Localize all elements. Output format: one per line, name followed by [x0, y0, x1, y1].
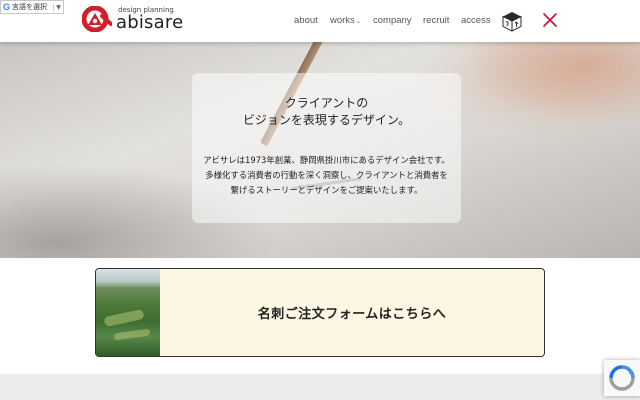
hero-description: アビサレは1973年創業、静岡県掛川市にあるデザイン会社です。 多様化する消費者… — [192, 153, 461, 198]
language-selector[interactable]: G 言語を選択 ▼ — [0, 0, 64, 14]
recaptcha-badge[interactable] — [604, 360, 640, 396]
footer-band — [0, 374, 640, 400]
dropdown-arrow-icon: ▼ — [53, 3, 63, 11]
hero-section: クライアントの ビジョンを表現するデザイン。 アビサレは1973年創業、静岡県掛… — [0, 42, 640, 258]
recaptcha-icon — [609, 365, 635, 391]
logo-name: abisare — [116, 12, 184, 33]
business-card-order-banner[interactable]: 名刺ご注文フォームはこちらへ — [95, 268, 545, 357]
hero-title-line2: ビジョンを表現するデザイン。 — [242, 113, 411, 127]
site-header: G 言語を選択 ▼ design planning abisare about … — [0, 0, 640, 42]
cube-icon[interactable] — [502, 11, 522, 32]
close-icon[interactable] — [542, 12, 558, 28]
hero-description-line1: アビサレは1973年創業、静岡県掛川市にあるデザイン会社です。 — [203, 155, 450, 165]
hero-photo-hand — [460, 42, 640, 122]
hero-card: クライアントの ビジョンを表現するデザイン。 アビサレは1973年創業、静岡県掛… — [192, 73, 461, 223]
nav-company[interactable]: company — [373, 15, 412, 26]
banner-photo-field-2 — [113, 328, 151, 341]
nav-works-label: works — [330, 15, 355, 26]
site-logo[interactable]: design planning abisare — [81, 5, 196, 33]
language-selector-label: 言語を選択 — [12, 3, 48, 11]
hero-description-line2: 多様化する消費者の行動を深く洞察し、クライアントと消費者を — [205, 170, 448, 180]
hero-title: クライアントの ビジョンを表現するデザイン。 — [192, 95, 461, 129]
chevron-down-icon: ⌄ — [355, 19, 361, 25]
nav-access[interactable]: access — [461, 15, 491, 26]
nav-recruit[interactable]: recruit — [423, 15, 449, 26]
hero-description-line3: 繋げるストーリーとデザインをご提案いたします。 — [230, 185, 423, 195]
hero-title-line1: クライアントの — [284, 96, 369, 110]
google-icon: G — [3, 2, 11, 12]
banner-landscape-photo — [96, 269, 160, 356]
nav-about[interactable]: about — [294, 15, 318, 26]
nav-works[interactable]: works⌄ — [330, 15, 361, 26]
banner-photo-field — [103, 308, 145, 328]
logo-mark-icon — [81, 5, 113, 33]
banner-label: 名刺ご注文フォームはこちらへ — [257, 307, 447, 322]
